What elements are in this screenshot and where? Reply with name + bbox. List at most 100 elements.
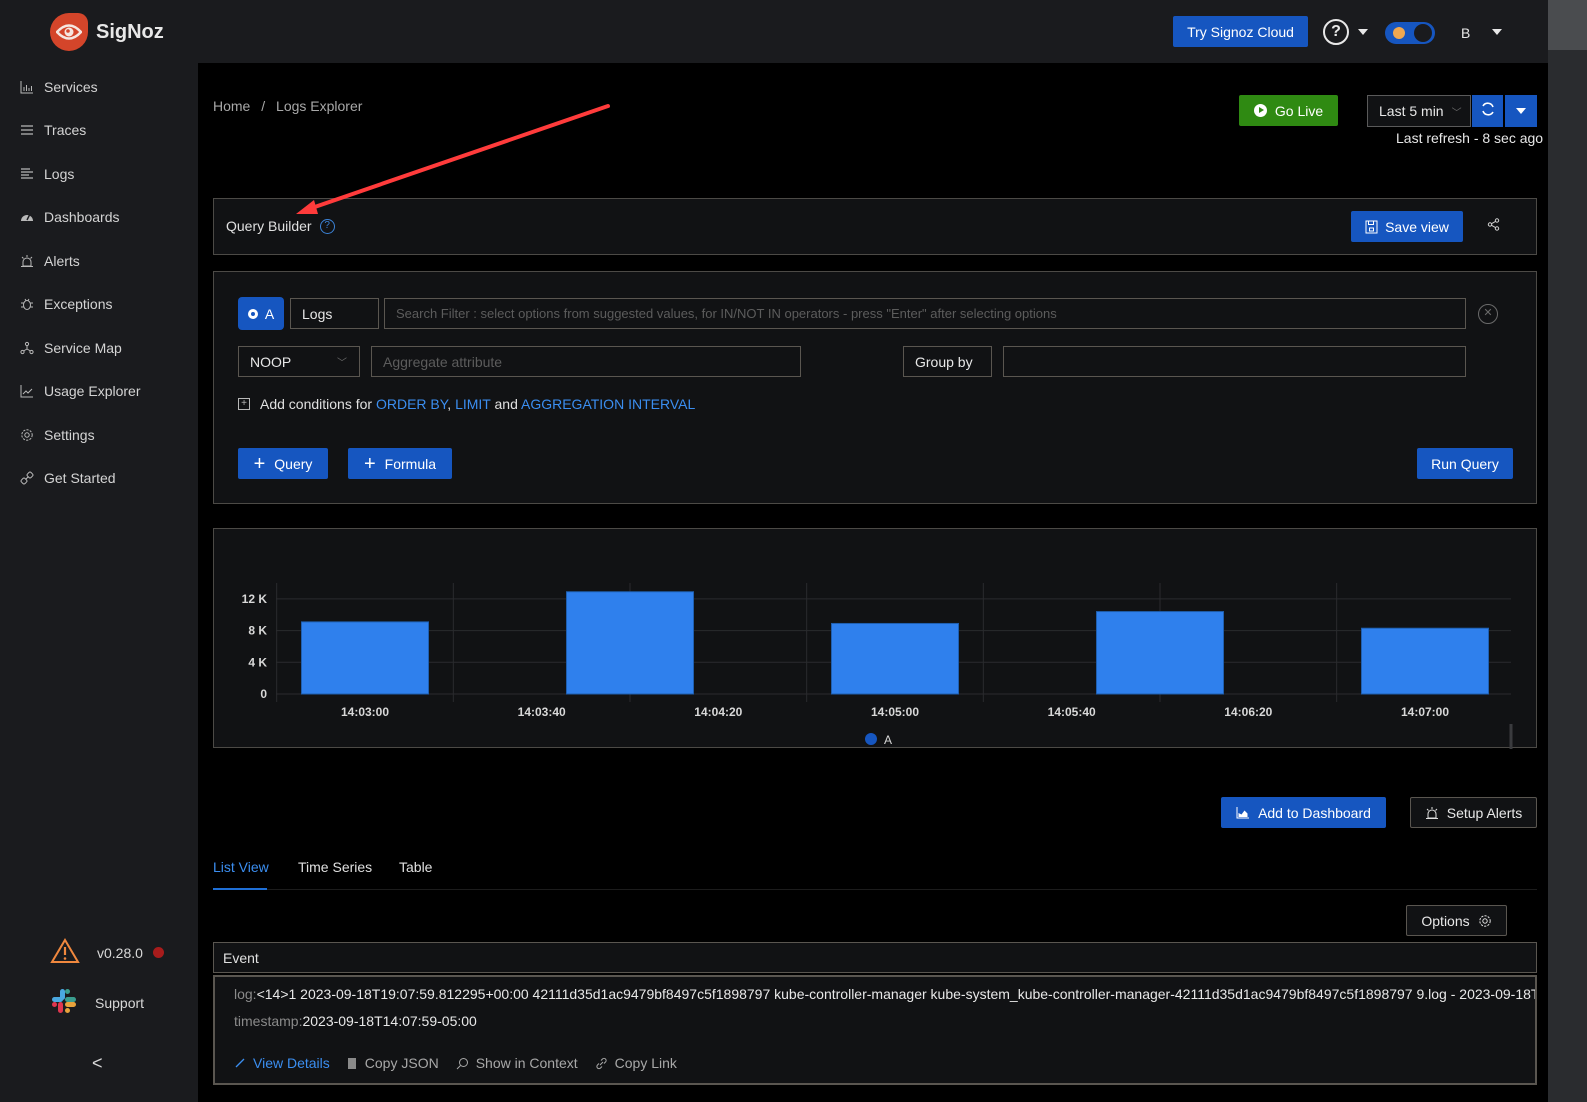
log-list-item[interactable]: log:<14>1 2023-09-18T19:07:59.812295+00:… (213, 975, 1537, 1085)
bar (1096, 611, 1224, 695)
refresh-button[interactable] (1472, 95, 1503, 127)
log-value: <14>1 2023-09-18T19:07:59.812295+00:00 4… (256, 986, 1535, 1002)
sidebar-item-dashboards[interactable]: Dashboards (20, 205, 120, 229)
query-builder-title-text: Query Builder (226, 218, 312, 234)
copy-json-button[interactable]: Copy JSON (347, 1055, 439, 1071)
group-by-input[interactable] (1003, 346, 1466, 377)
y-tick-label: 4 K (248, 655, 267, 669)
breadcrumb-separator: / (261, 98, 266, 114)
x-tick-label: 14:04:20 (694, 705, 742, 719)
view-tabs: List View Time Series Table (213, 850, 1537, 890)
add-to-dashboard-button[interactable]: Add to Dashboard (1221, 797, 1386, 828)
sidebar-item-label: Usage Explorer (44, 383, 141, 399)
aggregation-interval-link[interactable]: AGGREGATION INTERVAL (521, 396, 695, 412)
run-query-label: Run Query (1431, 455, 1499, 472)
x-tick-label: 14:05:40 (1048, 705, 1096, 719)
sidebar-item-label: Settings (44, 427, 95, 443)
tab-table[interactable]: Table (399, 859, 432, 875)
sidebar-item-traces[interactable]: Traces (20, 118, 86, 142)
and-text: and (494, 396, 518, 412)
sidebar-item-exceptions[interactable]: Exceptions (20, 292, 112, 316)
x-tick-label: 14:07:00 (1401, 705, 1449, 719)
time-range-value: Last 5 min (1379, 103, 1444, 119)
page-scrollbar-thumb[interactable] (1548, 0, 1587, 50)
breadcrumb-home[interactable]: Home (213, 98, 250, 114)
x-tick-label: 14:03:00 (341, 705, 389, 719)
time-range-select[interactable]: Last 5 min ﹀ (1367, 95, 1471, 127)
sidebar-item-get-started[interactable]: Get Started (20, 466, 116, 490)
last-refresh-text: Last refresh - 8 sec ago (1396, 130, 1544, 146)
query-builder-header: Query Builder ? Save view (213, 198, 1537, 255)
sidebar-item-logs[interactable]: Logs (20, 162, 74, 186)
add-formula-button[interactable]: + Formula (348, 448, 452, 479)
play-circle-icon (1253, 104, 1267, 117)
x-tick-label: 14:05:00 (871, 705, 919, 719)
query-a-toggle[interactable]: A (238, 297, 284, 330)
sidebar-item-service-map[interactable]: Service Map (20, 336, 122, 360)
plus-square-icon[interactable]: + (238, 398, 250, 410)
theme-toggle[interactable] (1385, 22, 1435, 44)
sidebar-item-settings[interactable]: Settings (20, 423, 95, 447)
legend-marker (865, 733, 877, 745)
chevron-down-icon: ﹀ (1451, 107, 1462, 119)
user-dropdown-caret-icon[interactable] (1492, 29, 1502, 35)
setup-alerts-label: Setup Alerts (1446, 804, 1523, 821)
add-query-button[interactable]: + Query (238, 448, 328, 479)
setup-alerts-button[interactable]: Setup Alerts (1410, 797, 1537, 828)
try-signoz-cloud-button[interactable]: Try Signoz Cloud (1173, 16, 1308, 47)
copy-link-button[interactable]: Copy Link (595, 1055, 677, 1071)
order-by-link[interactable]: ORDER BY (376, 396, 447, 412)
app-name: SigNoz (96, 20, 164, 43)
timestamp-value: 2023-09-18T14:07:59-05:00 (302, 1013, 477, 1029)
log-timestamp: timestamp:2023-09-18T14:07:59-05:00 (234, 1013, 477, 1029)
go-live-label: Go Live (1274, 102, 1324, 119)
view-details-button[interactable]: View Details (234, 1055, 330, 1071)
tab-time-series[interactable]: Time Series (298, 859, 372, 875)
save-view-button[interactable]: Save view (1351, 211, 1463, 242)
share-icon[interactable] (1487, 218, 1500, 234)
show-in-context-button[interactable]: Show in Context (456, 1055, 578, 1071)
bar-chart-icon (20, 80, 34, 94)
sidebar-item-services[interactable]: Services (20, 75, 98, 99)
save-view-label: Save view (1385, 218, 1449, 235)
update-available-dot (152, 947, 164, 958)
tab-list-view[interactable]: List View (213, 859, 269, 875)
question-circle-icon[interactable]: ? (319, 218, 335, 234)
aggregate-attribute-input[interactable]: Aggregate attribute (371, 346, 801, 377)
sidebar-item-alerts[interactable]: Alerts (20, 249, 80, 273)
y-tick-label: 0 (260, 687, 267, 701)
version-label: v0.28.0 (97, 944, 143, 961)
sidebar-item-label: Logs (44, 166, 75, 182)
refresh-interval-dropdown-button[interactable] (1505, 95, 1537, 127)
top-header: SigNoz Try Signoz Cloud ? B (0, 0, 1548, 63)
run-query-button[interactable]: Run Query (1417, 448, 1513, 479)
collapse-sidebar-chevron-icon[interactable]: < (92, 1053, 103, 1074)
aggregate-operator-select[interactable]: NOOP ﹀ (238, 346, 360, 377)
data-source-select[interactable]: Logs (290, 298, 379, 329)
x-tick-label: 14:06:20 (1224, 705, 1272, 719)
view-details-label: View Details (253, 1055, 330, 1071)
remove-query-close-icon[interactable]: ✕ (1478, 304, 1498, 324)
go-live-button[interactable]: Go Live (1239, 95, 1338, 126)
signoz-logo[interactable]: SigNoz (50, 13, 164, 51)
search-filter-placeholder: Search Filter : select options from sugg… (396, 306, 1057, 321)
y-tick-label: 8 K (248, 624, 267, 638)
page-scrollbar-track[interactable] (1548, 0, 1587, 1102)
moon-icon (1393, 27, 1405, 39)
help-dropdown-caret-icon[interactable] (1358, 29, 1368, 35)
add-query-label: Query (274, 455, 313, 472)
support-link[interactable]: Support (50, 987, 144, 1018)
bar (1361, 627, 1489, 695)
version-indicator[interactable]: v0.28.0 (50, 938, 164, 967)
sidebar-item-usage-explorer[interactable]: Usage Explorer (20, 379, 141, 403)
aggregate-attribute-placeholder: Aggregate attribute (383, 353, 503, 370)
options-button[interactable]: Options (1406, 905, 1507, 936)
breadcrumb: Home / Logs Explorer (213, 98, 362, 114)
warning-icon (50, 938, 80, 967)
user-avatar[interactable]: B (1461, 25, 1470, 41)
limit-link[interactable]: LIMIT (455, 396, 491, 412)
y-tick-label: 12 K (242, 592, 268, 606)
search-filter-input[interactable]: Search Filter : select options from sugg… (384, 298, 1466, 329)
help-icon[interactable]: ? (1323, 19, 1349, 45)
group-by-label-text: Group by (915, 353, 973, 370)
